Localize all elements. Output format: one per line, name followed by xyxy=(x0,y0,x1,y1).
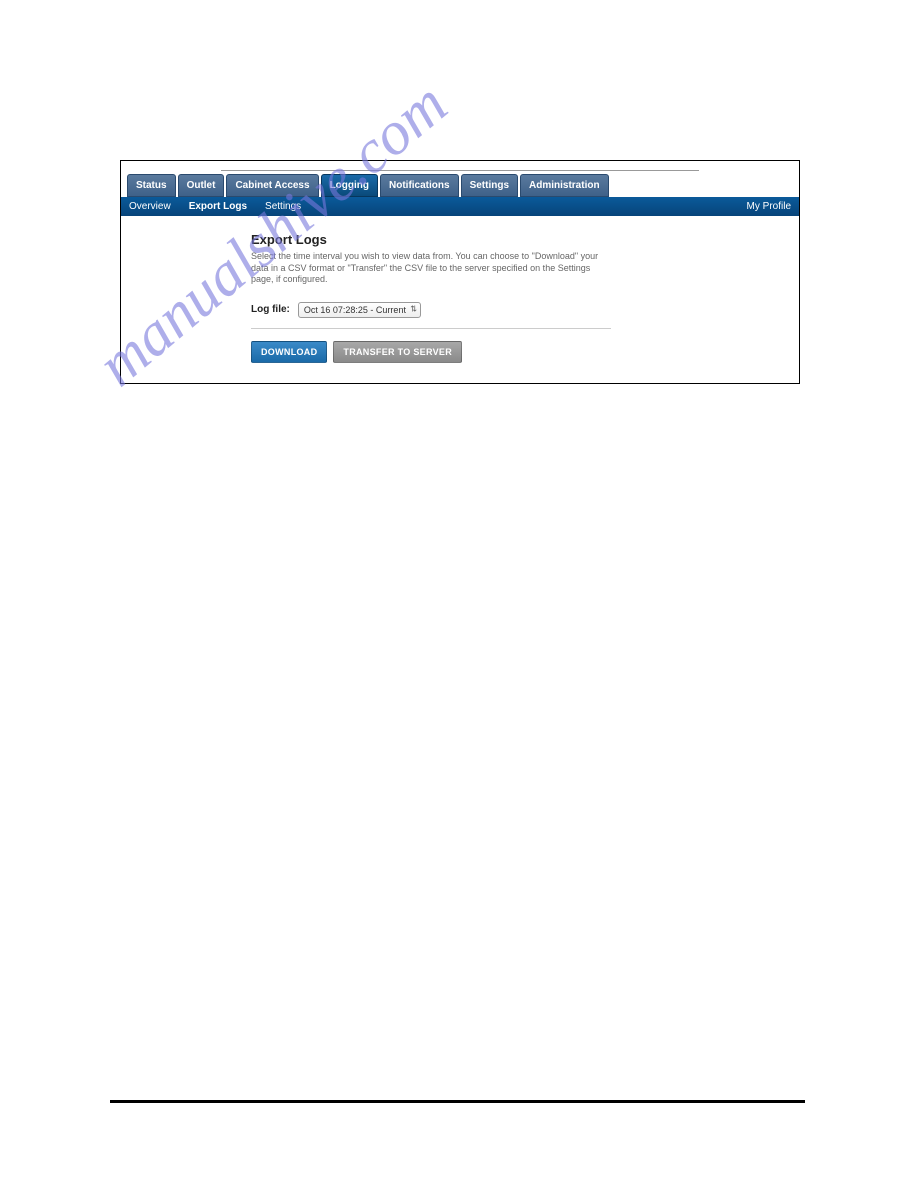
transfer-to-server-button[interactable]: TRANSFER TO SERVER xyxy=(333,341,462,363)
my-profile-link[interactable]: My Profile xyxy=(747,201,791,212)
download-button[interactable]: DOWNLOAD xyxy=(251,341,327,363)
subnav-export-logs[interactable]: Export Logs xyxy=(189,201,247,212)
tab-status[interactable]: Status xyxy=(127,174,176,197)
log-file-row: Log file: Oct 16 07:28:25 - Current ⇅ xyxy=(251,300,783,318)
subnav-overview[interactable]: Overview xyxy=(129,201,171,212)
form-divider xyxy=(251,328,611,329)
content-area: Export Logs Select the time interval you… xyxy=(121,216,799,383)
tab-logging[interactable]: Logging xyxy=(321,174,378,197)
page-footer-rule xyxy=(110,1100,805,1103)
tab-cabinet-access[interactable]: Cabinet Access xyxy=(226,174,318,197)
subnav-settings[interactable]: Settings xyxy=(265,201,301,212)
tab-settings[interactable]: Settings xyxy=(461,174,518,197)
main-tab-bar: Status Outlet Cabinet Access Logging Not… xyxy=(121,171,799,197)
page-description: Select the time interval you wish to vie… xyxy=(251,251,611,286)
tab-outlet[interactable]: Outlet xyxy=(178,174,225,197)
top-divider xyxy=(221,161,699,171)
tab-administration[interactable]: Administration xyxy=(520,174,609,197)
page-title: Export Logs xyxy=(251,232,783,247)
log-file-label: Log file: xyxy=(251,304,290,315)
log-file-selected-value: Oct 16 07:28:25 - Current xyxy=(298,302,421,318)
log-file-select[interactable]: Oct 16 07:28:25 - Current ⇅ xyxy=(298,300,421,318)
button-row: DOWNLOAD TRANSFER TO SERVER xyxy=(251,341,783,363)
app-window: Status Outlet Cabinet Access Logging Not… xyxy=(120,160,800,384)
sub-nav-bar: Overview Export Logs Settings My Profile xyxy=(121,197,799,216)
tab-notifications[interactable]: Notifications xyxy=(380,174,459,197)
